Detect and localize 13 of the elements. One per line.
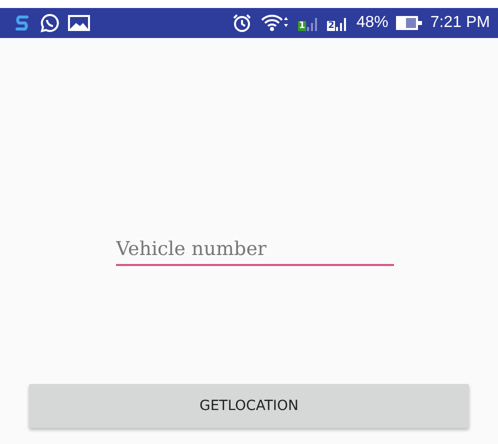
- signal-icon: [307, 15, 320, 31]
- get-location-button[interactable]: GETLOCATION: [29, 384, 469, 428]
- vehicle-number-field[interactable]: Vehicle number: [116, 236, 394, 266]
- wifi-icon: [260, 13, 290, 33]
- sim-number: 1: [298, 21, 306, 31]
- alarm-clock-icon: [232, 13, 252, 33]
- battery-percent: 48%: [356, 14, 388, 32]
- sim-number: 2: [327, 21, 336, 31]
- clock-time: 7:21 PM: [430, 14, 490, 32]
- signal-icon: [336, 15, 348, 31]
- chat-bubble-icon[interactable]: [40, 13, 60, 33]
- image-icon[interactable]: [68, 15, 90, 31]
- battery-icon: [396, 16, 422, 30]
